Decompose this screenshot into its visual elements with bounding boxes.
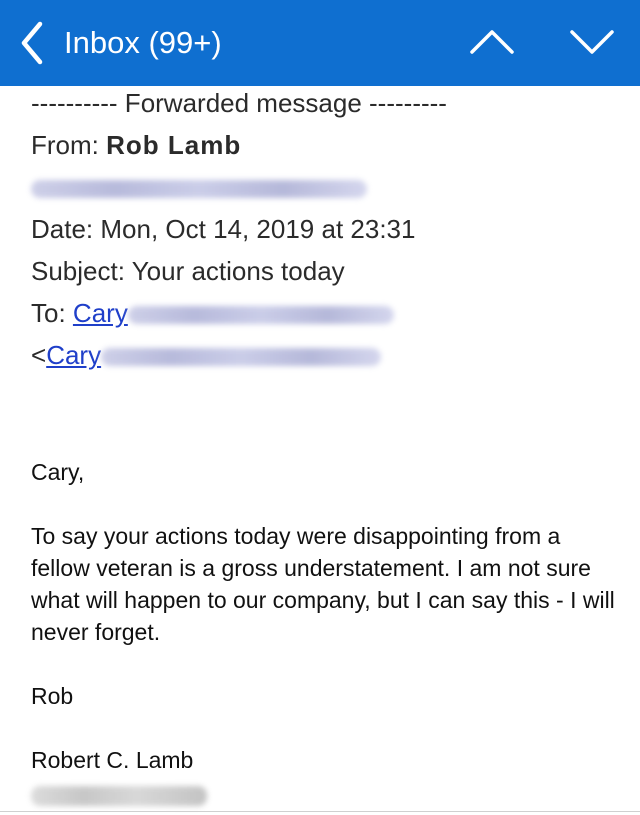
subject-line: Subject: Your actions today — [31, 256, 345, 286]
redacted-email — [31, 180, 367, 199]
redacted-phone — [31, 785, 207, 806]
to-line-address: <Cary — [31, 338, 382, 372]
previous-message-button[interactable] — [466, 20, 518, 64]
to-line: To: Cary — [31, 296, 394, 330]
to-label: To: — [31, 298, 66, 328]
date-line: Date: Mon, Oct 14, 2019 at 23:31 — [31, 214, 416, 244]
chevron-up-icon — [470, 30, 514, 54]
greeting: Cary, — [31, 459, 85, 485]
angle-bracket: < — [31, 340, 47, 370]
forwarded-divider: ---------- Forwarded message --------- — [31, 88, 447, 118]
signature-phone-redacted — [31, 778, 207, 810]
signature-name: Robert C. Lamb — [31, 747, 194, 773]
back-button[interactable] — [14, 18, 52, 68]
redacted-recipient-address — [101, 348, 382, 367]
signoff: Rob — [31, 683, 74, 709]
bottom-divider — [0, 811, 640, 812]
redacted-recipient-email — [127, 306, 394, 325]
message-paragraph: To say your actions today were disappoin… — [31, 523, 615, 645]
chevron-left-icon — [21, 21, 43, 65]
recipient-link[interactable]: Cary — [73, 298, 128, 328]
from-label: From: — [31, 130, 99, 160]
sender-name: Rob Lamb — [106, 130, 242, 160]
sender-email-redacted — [31, 170, 367, 204]
chevron-down-icon — [570, 30, 614, 54]
inbox-label[interactable]: Inbox (99+) — [64, 23, 222, 63]
next-message-button[interactable] — [566, 20, 618, 64]
from-line: From: Rob Lamb — [31, 128, 241, 162]
recipient-address-link[interactable]: Cary — [46, 340, 101, 370]
header-bar: Inbox (99+) — [0, 0, 640, 86]
